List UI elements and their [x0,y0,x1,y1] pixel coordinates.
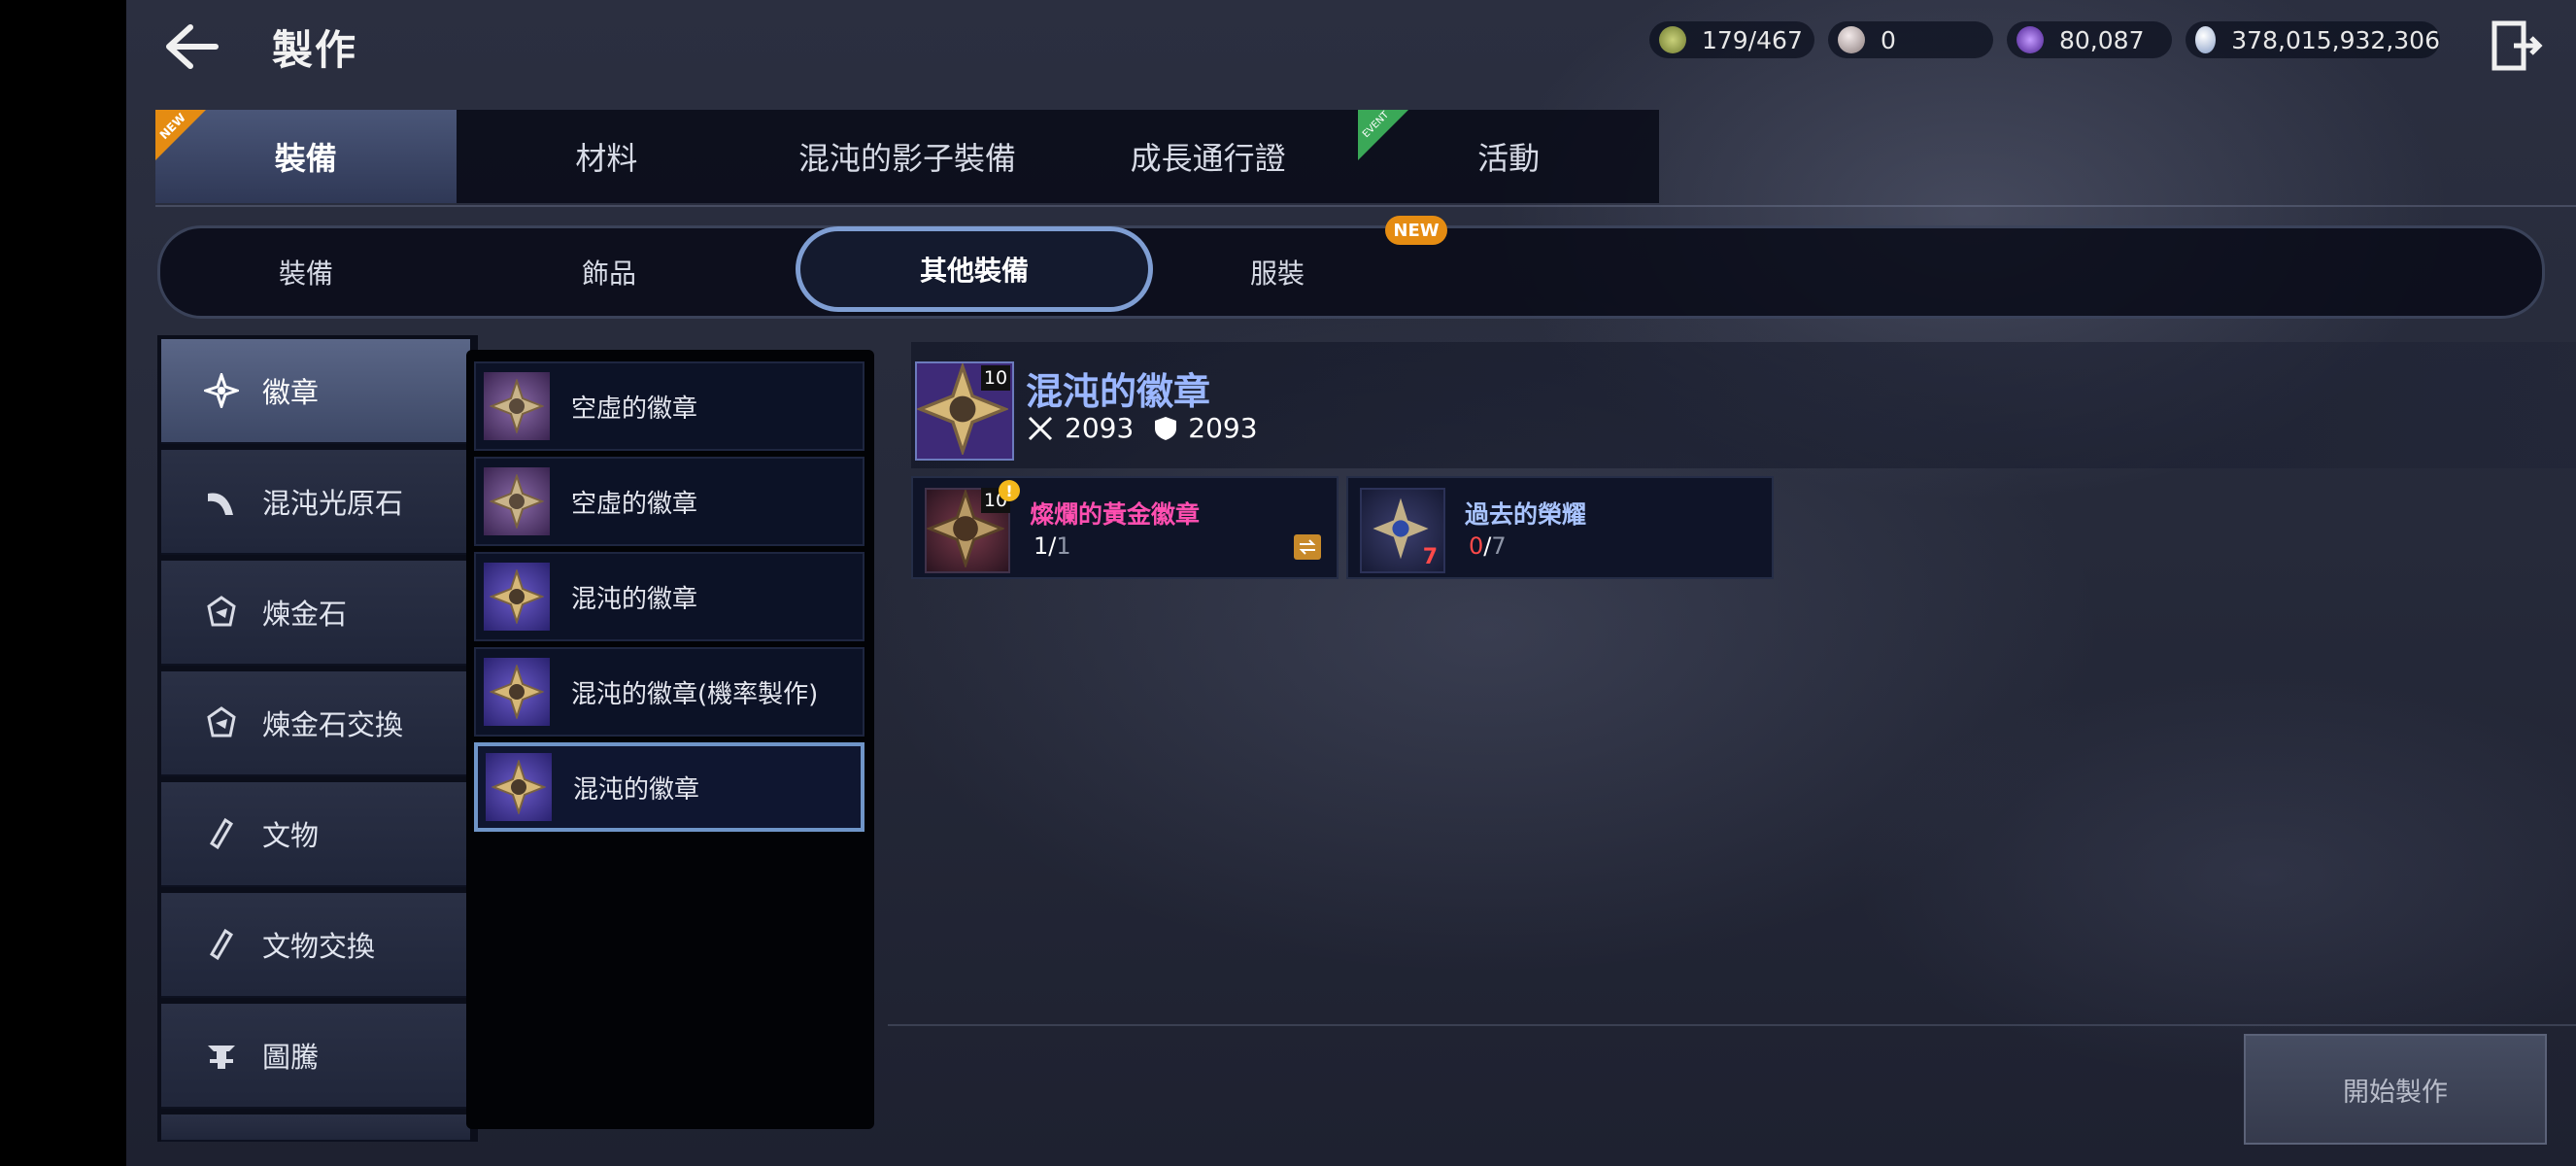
category-emblem[interactable]: 徽章 [161,339,470,444]
silver-coin-icon [2195,26,2217,53]
category-artifact[interactable]: 文物 [161,782,470,887]
material-quantity-badge: 7 [1422,545,1438,569]
recipe-item[interactable]: 空虛的徽章 [474,457,864,546]
category-partial [161,1115,470,1142]
alert-dot-icon: ! [999,480,1020,501]
exchange-icon[interactable] [1294,534,1321,560]
alchemy-stone-icon [202,593,241,632]
defense-value: 2093 [1188,412,1258,444]
chaos-emblem-icon [484,658,550,726]
material-card[interactable]: 7 過去的榮耀 0/7 [1346,476,1774,579]
stamina-resource: 179/467 [1649,21,1814,58]
crossed-swords-icon [1028,416,1053,440]
material-count: 0/7 [1469,532,1507,560]
recipe-item[interactable]: 空虛的徽章 [474,361,864,451]
material-name: 過去的榮耀 [1465,500,1587,529]
chaos-emblem-icon[interactable]: 10 [915,361,1014,461]
material-card[interactable]: 10 ! 燦爛的黃金徽章 1/1 [911,476,1339,579]
dark-crystal-icon [2017,26,2044,53]
tab-chaos-shadow-equipment[interactable]: 混沌的影子裝備 [757,110,1058,203]
pearl-resource: 0 [1828,21,1993,58]
chaos-emblem-icon [484,563,550,631]
subtab-accessories[interactable]: 飾品 [463,228,755,316]
main-tab-bar: NEW 裝備 材料 混沌的影子裝備 成長通行證 EVENT 活動 [155,110,1659,203]
exit-icon[interactable] [2489,17,2545,74]
category-alchemy-exchange[interactable]: 煉金石交換 [161,671,470,776]
tab-event[interactable]: EVENT 活動 [1358,110,1659,203]
category-artifact-exchange[interactable]: 文物交換 [161,893,470,998]
page-title: 製作 [272,26,358,74]
golden-emblem-icon: 10 ! [925,480,1020,573]
crescent-icon [202,482,241,521]
sub-tab-bar: 裝備 飾品 其他裝備 服裝 [157,225,2545,319]
stamina-icon [1659,26,1686,53]
totem-icon [202,1036,241,1075]
shield-icon [1155,416,1177,440]
category-alchemy-stone[interactable]: 煉金石 [161,561,470,666]
start-crafting-button[interactable]: 開始製作 [2244,1034,2547,1145]
item-stats: 2093 2093 [1026,412,1277,444]
material-count: 1/1 [1034,532,1071,560]
alchemy-exchange-icon [202,703,241,742]
dark-crystal-resource: 80,087 [2007,21,2172,58]
subtab-costume[interactable]: 服裝 [1122,228,1433,316]
artifact-exchange-icon [202,925,241,964]
past-glory-icon: 7 [1360,488,1445,573]
new-badge: NEW [1385,216,1447,245]
back-arrow-icon[interactable] [155,17,223,76]
material-name: 燦爛的黃金徽章 [1030,500,1201,529]
chaos-emblem-icon [486,753,552,821]
recipe-list: 空虛的徽章 空虛的徽章 混沌的徽章 混沌的徽章(機率製作) 混沌的徽章 [466,350,874,1129]
game-screen: 製作 179/467 0 80,087 378,015,932,306 NEW … [126,0,2576,1166]
recipe-item-selected[interactable]: 混沌的徽章 [474,742,864,832]
tab-growth-pass[interactable]: 成長通行證 [1058,110,1359,203]
tab-materials[interactable]: 材料 [457,110,758,203]
recipe-item[interactable]: 混沌的徽章 [474,552,864,641]
subtab-equipment[interactable]: 裝備 [160,228,452,316]
subtab-other-equipment[interactable]: 其他裝備 [796,226,1153,312]
artifact-icon [202,814,241,853]
category-totem[interactable]: 圖騰 [161,1004,470,1109]
item-name: 混沌的徽章 [1026,370,1211,413]
footer-divider [888,1024,2576,1026]
category-chaos-ore[interactable]: 混沌光原石 [161,450,470,555]
pearl-icon [1838,26,1865,53]
emblem-icon [202,371,241,410]
level-badge: 10 [981,365,1010,391]
silver-resource: 378,015,932,306 [2186,21,2440,58]
tab-equipment[interactable]: NEW 裝備 [155,110,457,203]
recipe-item[interactable]: 混沌的徽章(機率製作) [474,647,864,737]
tab-divider [155,205,2576,207]
void-emblem-icon [484,467,550,535]
attack-value: 2093 [1065,412,1135,444]
void-emblem-icon [484,372,550,440]
category-list: 徽章 混沌光原石 煉金石 煉金石交換 文物 文物交換 圖騰 [157,335,478,1142]
